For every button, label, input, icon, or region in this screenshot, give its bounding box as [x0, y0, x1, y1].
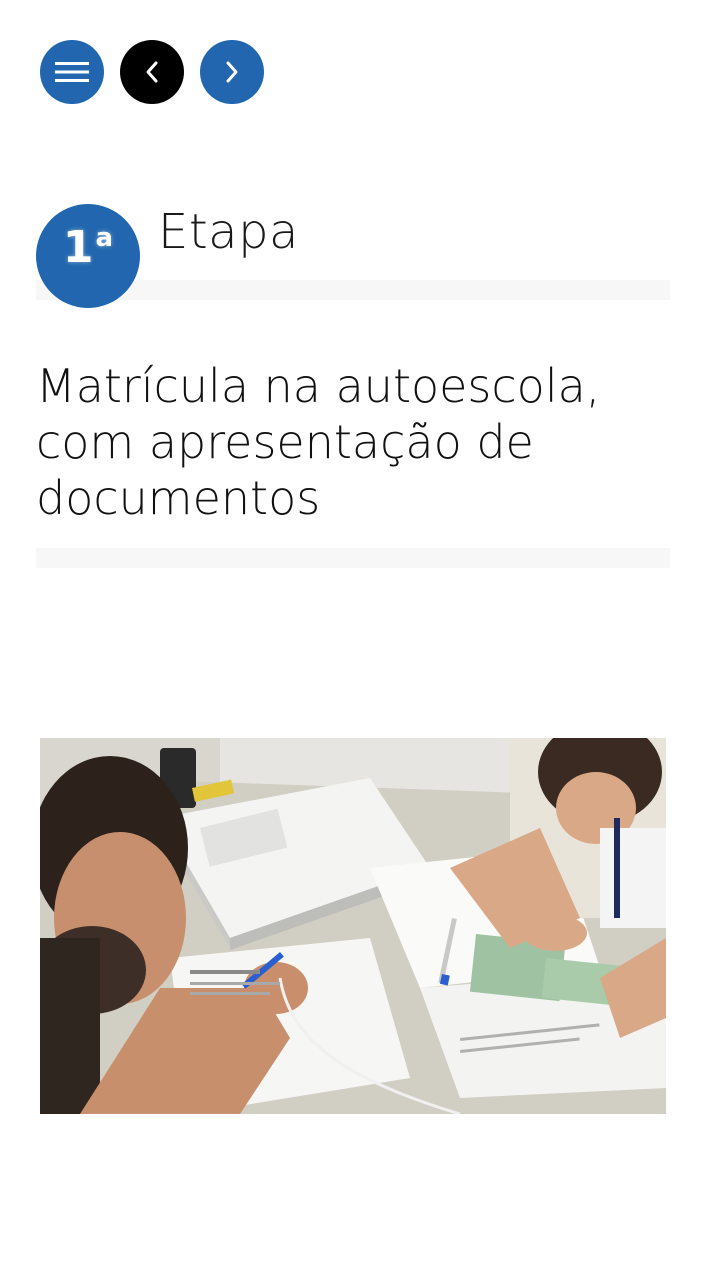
step-number: 1 [62, 222, 94, 273]
menu-button[interactable] [40, 40, 104, 104]
divider [36, 548, 670, 568]
enrollment-photo [40, 738, 666, 1114]
step-label: Etapa [158, 204, 299, 260]
chevron-right-icon [226, 61, 238, 83]
hamburger-menu-icon [55, 62, 89, 82]
next-button[interactable] [200, 40, 264, 104]
step-title: Matrícula na autoescola, com apresentaçã… [36, 359, 601, 525]
step-page: 1 a Etapa Matrícula na autoescola, com a… [0, 0, 720, 1280]
previous-button[interactable] [120, 40, 184, 104]
chevron-left-icon [146, 61, 158, 83]
step-number-badge: 1 a [36, 204, 140, 308]
step-ordinal: a [95, 223, 114, 253]
